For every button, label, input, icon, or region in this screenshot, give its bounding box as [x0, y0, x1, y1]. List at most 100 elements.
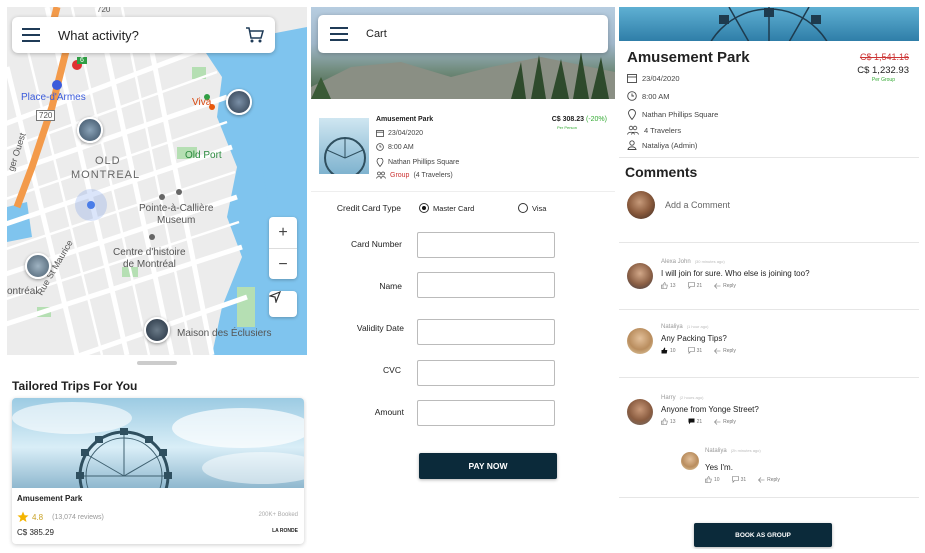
cart-app-bar: Cart — [318, 15, 608, 53]
detail-time: 8:00 AM — [627, 91, 670, 101]
comment-text: I will join for sure. Who else is joinin… — [661, 269, 810, 278]
comments-count[interactable]: 31 — [687, 347, 702, 354]
master-card-label: Master Card — [433, 203, 475, 213]
like-button[interactable]: 10 — [661, 347, 676, 354]
cart-item-title: Amusement Park — [376, 116, 434, 123]
chat-bubble-icon — [687, 347, 695, 354]
clock-icon — [376, 143, 384, 151]
detail-date: 23/04/2020 — [627, 73, 680, 83]
cart-item-time: 8:00 AM — [376, 143, 414, 151]
map-view[interactable]: 720 720 6 Place-d'Armes ger Ouest OLD MO… — [7, 7, 307, 355]
cart-screen: Cart Amusement Park 23/04/2020 8:00 AM N… — [311, 7, 615, 549]
map-label-pointe: Museum — [157, 215, 196, 226]
comments-count[interactable]: 31 — [731, 476, 746, 483]
zoom-in-button[interactable]: + — [269, 217, 297, 248]
cart-icon[interactable] — [245, 26, 265, 44]
old-price: C$ 1,541.16 — [859, 52, 909, 62]
pay-now-button[interactable]: PAY NOW — [419, 453, 557, 479]
master-card-radio[interactable]: Master Card — [419, 203, 474, 213]
trip-name: Amusement Park — [17, 494, 83, 503]
detail-location: Nathan Phillips Square — [627, 109, 718, 120]
visa-radio[interactable]: Visa — [518, 203, 546, 213]
menu-icon[interactable] — [330, 27, 348, 41]
amount-label: Amount — [374, 407, 404, 417]
cvc-field[interactable] — [417, 360, 555, 386]
trip-price: C$ 385.29 — [17, 528, 54, 537]
location-pin-icon — [376, 158, 384, 167]
comment-item: Nataliya (1 hour ago) Any Packing Tips? 1… — [627, 324, 917, 364]
activity-search-bar[interactable]: What activity? — [12, 17, 275, 53]
divider — [619, 242, 919, 243]
section-title: Tailored Trips For You — [12, 379, 138, 393]
like-button[interactable]: 13 — [661, 418, 676, 425]
name-field[interactable] — [417, 272, 555, 298]
reply-button[interactable]: Reply — [714, 419, 736, 425]
comment-text: Yes I'm. — [705, 463, 733, 472]
reply-arrow-icon — [714, 418, 721, 425]
sheet-drag-handle[interactable] — [137, 361, 177, 365]
location-pin-icon — [627, 109, 637, 120]
zoom-controls: + − — [269, 217, 297, 279]
cart-item[interactable]: Amusement Park 23/04/2020 8:00 AM Nathan… — [311, 112, 615, 192]
chat-bubble-filled-icon — [688, 418, 695, 425]
map-photo-pin[interactable] — [226, 89, 252, 115]
thumbs-up-icon — [661, 418, 668, 425]
divider — [619, 309, 919, 310]
travelers-count: (4 Travelers) — [413, 171, 453, 179]
reply-button[interactable]: Reply — [714, 348, 736, 354]
comment-time: (1 hour ago) — [686, 324, 709, 329]
map-label-centre: Centre d'histoire — [113, 247, 186, 258]
cart-item-thumbnail — [319, 118, 369, 174]
star-icon — [17, 511, 29, 523]
comment-author: Alexa John (30 minutes ago) — [661, 259, 725, 265]
cart-item-location: Nathan Phillips Square — [376, 158, 459, 167]
reply-button[interactable]: Reply — [714, 283, 736, 289]
cvc-label: CVC — [383, 365, 401, 375]
comment-author: Harry (2 hours ago) — [661, 395, 704, 401]
map-photo-pin[interactable] — [25, 253, 51, 279]
location-text: Nathan Phillips Square — [388, 159, 460, 166]
validity-field[interactable] — [417, 319, 555, 345]
like-button[interactable]: 13 — [661, 282, 676, 289]
travelers-text: 4 Travelers — [644, 125, 682, 135]
bottom-sheet: Tailored Trips For You Amusement Park 4.… — [7, 355, 307, 549]
thumbs-up-icon — [705, 476, 712, 483]
per-person-label: Per Person — [556, 125, 577, 130]
comment-actions: 10 31 Reply — [661, 347, 736, 354]
booked-count: 200K+ Booked — [258, 512, 298, 518]
card-number-field[interactable] — [417, 232, 555, 258]
map-label-centre: de Montréal — [123, 259, 176, 270]
comment-reply-item: Nataliya (2h minutes ago) Yes I'm. 10 31 … — [681, 448, 911, 488]
amount-field[interactable] — [417, 400, 555, 426]
zoom-out-button[interactable]: − — [269, 248, 297, 279]
map-label-place-darmes: Place-d'Armes — [21, 92, 86, 103]
divider — [619, 497, 919, 498]
thumbs-up-filled-icon — [661, 347, 668, 354]
discount-badge: (-20%) — [585, 116, 607, 123]
avatar — [627, 191, 655, 219]
date-text: 23/04/2020 — [642, 73, 680, 83]
comments-heading: Comments — [625, 164, 698, 180]
route-shield: 720 — [97, 7, 111, 14]
comments-count[interactable]: 21 — [687, 282, 702, 289]
name-label: Name — [379, 281, 402, 291]
per-group-label: Per Group — [871, 77, 895, 83]
map-photo-pin[interactable] — [77, 117, 103, 143]
like-button[interactable]: 10 — [705, 476, 720, 483]
comment-time: (2 hours ago) — [679, 395, 704, 400]
locate-button[interactable] — [269, 291, 297, 317]
trip-card[interactable]: Amusement Park 4.8 (13,074 reviews) 200K… — [12, 398, 304, 544]
reply-button[interactable]: Reply — [758, 477, 780, 483]
comments-count[interactable]: 21 — [688, 418, 702, 425]
brand-logo: LA RONDE — [272, 528, 298, 534]
comment-actions: 10 31 Reply — [705, 476, 780, 483]
reply-arrow-icon — [714, 347, 721, 354]
calendar-icon — [627, 73, 637, 83]
search-input[interactable]: What activity? — [58, 28, 139, 43]
map-label-old-montreal: MONTREAL — [71, 169, 141, 181]
map-photo-pin[interactable] — [144, 317, 170, 343]
add-comment-input[interactable]: Add a Comment — [627, 191, 730, 219]
avatar — [627, 263, 653, 289]
book-as-group-button[interactable]: BOOK AS GROUP — [694, 523, 832, 547]
menu-icon[interactable] — [22, 28, 40, 42]
